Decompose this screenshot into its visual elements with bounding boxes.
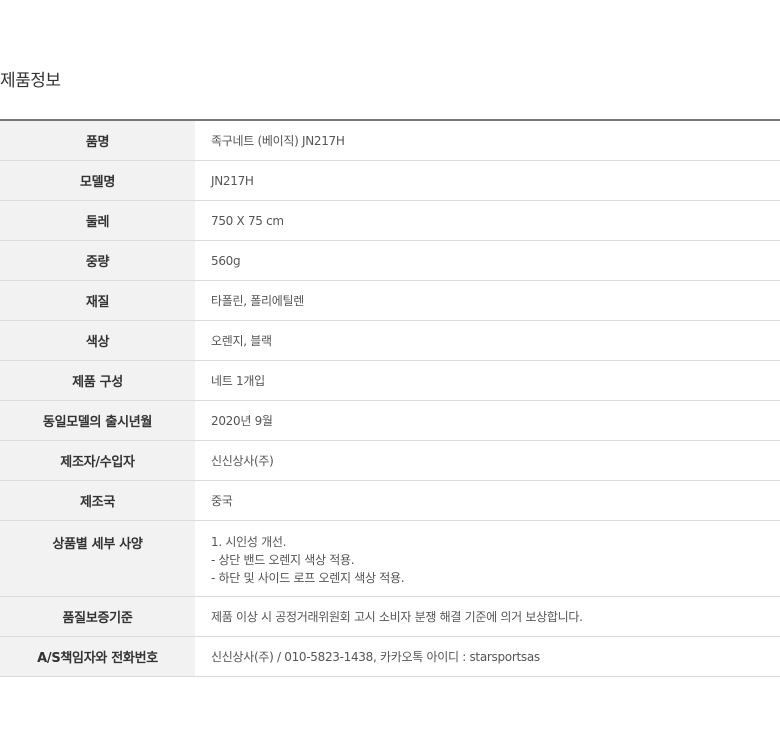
table-row: 상품별 세부 사양 1. 시인성 개선. - 상단 밴드 오렌지 색상 적용. …: [0, 520, 780, 597]
row-label: 제조자/수입자: [0, 440, 195, 481]
row-value: 750 X 75 cm: [211, 213, 284, 228]
row-value: 족구네트 (베이직) JN217H: [211, 134, 345, 148]
row-label: 중량: [0, 240, 195, 281]
row-label: 동일모델의 출시년월: [0, 400, 195, 441]
row-label: 재질: [0, 280, 195, 321]
table-row: 제조국 중국: [0, 480, 780, 521]
spec-line: 1. 시인성 개선.: [211, 535, 287, 549]
row-label: 둘레: [0, 200, 195, 241]
table-row: 둘레 750 X 75 cm: [0, 200, 780, 241]
table-row: 재질 타폴린, 폴리에틸렌: [0, 280, 780, 321]
table-row: A/S책임자와 전화번호 신신상사(주) / 010-5823-1438, 카카…: [0, 636, 780, 677]
row-label: 품질보증기준: [0, 596, 195, 637]
row-value: 제품 이상 시 공정거래위원회 고시 소비자 분쟁 해결 기준에 의거 보상합니…: [211, 610, 583, 624]
row-label: A/S책임자와 전화번호: [0, 636, 195, 677]
row-label: 제조국: [0, 480, 195, 521]
row-value: 1. 시인성 개선. - 상단 밴드 오렌지 색상 적용. - 하단 및 사이드…: [195, 521, 780, 597]
table-row: 중량 560g: [0, 240, 780, 281]
section-title: 제품정보: [0, 71, 61, 91]
row-value: 2020년 9월: [211, 414, 273, 428]
table-row: 동일모델의 출시년월 2020년 9월: [0, 400, 780, 441]
row-value: JN217H: [211, 173, 254, 188]
row-value: 오렌지, 블랙: [211, 334, 272, 348]
spec-line: - 상단 밴드 오렌지 색상 적용.: [211, 553, 355, 567]
row-label: 품명: [0, 120, 195, 161]
table-row: 제품 구성 네트 1개입: [0, 360, 780, 401]
row-label: 색상: [0, 320, 195, 361]
table-row: 모델명 JN217H: [0, 160, 780, 201]
table-row: 제조자/수입자 신신상사(주): [0, 440, 780, 481]
row-value: 560g: [211, 253, 241, 268]
row-label: 모델명: [0, 160, 195, 201]
table-row: 품질보증기준 제품 이상 시 공정거래위원회 고시 소비자 분쟁 해결 기준에 …: [0, 596, 780, 637]
row-value: 신신상사(주): [211, 454, 274, 468]
row-label: 제품 구성: [0, 360, 195, 401]
row-label: 상품별 세부 사양: [0, 520, 195, 597]
table-row: 품명 족구네트 (베이직) JN217H: [0, 120, 780, 161]
row-value: 신신상사(주) / 010-5823-1438, 카카오톡 아이디 : star…: [211, 650, 540, 664]
spec-line: - 하단 및 사이드 로프 오렌지 색상 적용.: [211, 571, 405, 585]
row-value: 네트 1개입: [211, 374, 265, 388]
row-value: 중국: [211, 494, 233, 508]
row-value: 타폴린, 폴리에틸렌: [211, 294, 304, 308]
product-info-table: 품명 족구네트 (베이직) JN217H 모델명 JN217H 둘레 750 X…: [0, 119, 780, 677]
table-row: 색상 오렌지, 블랙: [0, 320, 780, 361]
